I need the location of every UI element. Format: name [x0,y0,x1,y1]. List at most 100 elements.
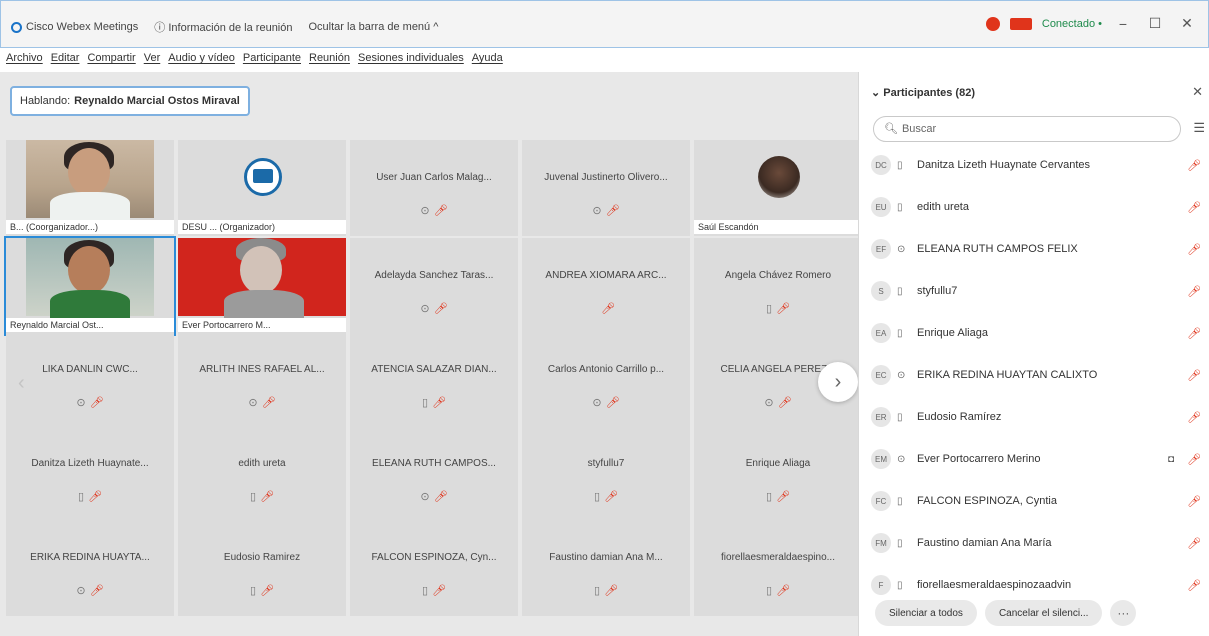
menu-ayuda[interactable]: Ayuda [472,52,503,64]
device-icon: ⊙ [592,205,602,217]
mic-muted-icon[interactable]: 🎤︎ [1183,201,1201,214]
participant-tile[interactable]: ARLITH INES RAFAEL AL... ⊙ 🎤︎ [178,332,346,428]
mic-muted-icon[interactable]: 🎤︎ [1183,495,1201,508]
device-icon: ⊙ [420,491,430,503]
device-icon: ⊙ [420,205,430,217]
search-input[interactable]: 🔍︎ Buscar [873,116,1181,142]
close-panel-icon[interactable]: ✕ [1192,84,1203,100]
participant-tile[interactable]: ERIKA REDINA HUAYTA... ⊙ 🎤︎ [6,520,174,616]
menu-reunion[interactable]: Reunión [309,52,350,64]
mic-muted-icon[interactable]: 🎤︎ [1183,369,1201,382]
participant-name: edith ureta [238,458,286,469]
participant-tile[interactable]: User Juan Carlos Malag... ⊙ 🎤︎ [350,140,518,236]
participant-avatar: FM [871,533,891,553]
info-icon: ⓘ [154,22,169,34]
participant-tile[interactable]: Carlos Antonio Carrillo p... ⊙ 🎤︎ [522,332,690,428]
participant-list-item[interactable]: FM ▯ Faustino damian Ana María 🎤︎ [871,522,1201,564]
participant-tile[interactable]: B... (Coorganizador...) [6,140,174,236]
participant-list-item[interactable]: EC ⊙ ERIKA REDINA HUAYTAN CALIXTO 🎤︎ [871,354,1201,396]
meeting-info-button[interactable]: ⓘ Información de la reunión [154,19,292,35]
status-icons: ▯ 🎤︎ [178,490,346,503]
mic-muted-icon[interactable]: 🎤︎ [1183,453,1201,466]
mute-all-button[interactable]: Silenciar a todos [875,600,977,626]
participant-tile[interactable]: Danitza Lizeth Huaynate... ▯ 🎤︎ [6,426,174,522]
menu-sesiones[interactable]: Sesiones individuales [358,52,464,64]
hide-menu-button[interactable]: Ocultar la barra de menú ^ [309,21,439,33]
participant-tile[interactable]: fiorellaesmeraldaespino... ▯ 🎤︎ [694,520,862,616]
participant-avatar: F [871,575,891,595]
participant-tile[interactable]: Ever Portocarrero M... [178,238,346,334]
mic-muted-icon[interactable]: 🎤︎ [1183,159,1201,172]
participant-tile[interactable]: ELEANA RUTH CAMPOS... ⊙ 🎤︎ [350,426,518,522]
participant-tile[interactable]: Saúl Escandón [694,140,862,236]
participant-tile[interactable]: Eudosio Ramirez ▯ 🎤︎ [178,520,346,616]
participant-name: ARLITH INES RAFAEL AL... [199,364,325,375]
participant-tile[interactable]: Adelayda Sanchez Taras... ⊙ 🎤︎ [350,238,518,334]
status-icons: ▯ 🎤︎ [350,396,518,409]
panel-title[interactable]: ⌄ Participantes (82) [871,86,975,99]
participants-panel: ⌄ Participantes (82) ✕ 🔍︎ Buscar ☰ DC ▯ Dan… [858,72,1209,636]
participant-name: Saúl Escandón [694,220,862,234]
next-page-button[interactable]: › [818,362,858,402]
status-icons: ⊙ 🎤︎ [6,396,174,409]
mic-muted-icon[interactable]: 🎤︎ [1183,411,1201,424]
participant-list-item[interactable]: EU ▯ edith ureta 🎤︎ [871,186,1201,228]
participant-list-item[interactable]: ER ▯ Eudosio Ramírez 🎤︎ [871,396,1201,438]
chevron-down-icon: ⌄ [871,87,884,99]
participant-list-item[interactable]: S ▯ styfullu7 🎤︎ [871,270,1201,312]
participant-tile[interactable]: Angela Chávez Romero ▯ 🎤︎ [694,238,862,334]
status-icons: ▯ 🎤︎ [522,584,690,597]
participant-tile[interactable]: FALCON ESPINOZA, Cyn... ▯ 🎤︎ [350,520,518,616]
mic-muted-icon[interactable]: 🎤︎ [1183,285,1201,298]
minimize-button[interactable]: − [1112,16,1134,32]
more-options-button[interactable]: ··· [1110,600,1137,626]
mic-muted-icon[interactable]: 🎤︎ [1183,243,1201,256]
participant-name: edith ureta [917,201,969,213]
participant-tile[interactable]: styfullu7 ▯ 🎤︎ [522,426,690,522]
device-icon: ▯ [897,411,903,423]
status-icons: ▯ 🎤︎ [350,584,518,597]
participant-name: fiorellaesmeraldaespinozaadvin [917,579,1072,591]
participant-tile[interactable]: Juvenal Justinerto Olivero... ⊙ 🎤︎ [522,140,690,236]
menu-audio-video[interactable]: Audio y vídeo [168,52,235,64]
device-icon: ▯ [897,495,903,507]
participant-tile[interactable]: ATENCIA SALAZAR DIAN... ▯ 🎤︎ [350,332,518,428]
menu-ver[interactable]: Ver [144,52,161,64]
status-icons: ▯ 🎤︎ [694,302,862,315]
menu-participante[interactable]: Participante [243,52,301,64]
participant-tile[interactable]: DESU ... (Organizador) [178,140,346,236]
participant-name: Faustino damian Ana María [917,537,1052,549]
participant-tile[interactable]: ANDREA XIOMARA ARC... 🎤︎ [522,238,690,334]
mic-muted-icon: 🎤︎ [605,205,620,217]
participant-list-item[interactable]: FC ▯ FALCON ESPINOZA, Cyntia 🎤︎ [871,480,1201,522]
menu-archivo[interactable]: Archivo [6,52,43,64]
participant-tile[interactable]: Faustino damian Ana M... ▯ 🎤︎ [522,520,690,616]
device-icon: ⊙ [420,303,430,315]
participant-name: styfullu7 [587,458,625,469]
menu-compartir[interactable]: Compartir [87,52,135,64]
unmute-all-button[interactable]: Cancelar el silenci... [984,600,1103,626]
connection-status[interactable]: Conectado • [1042,18,1102,30]
mic-muted-icon[interactable]: 🎤︎ [1183,579,1201,592]
participant-list-item[interactable]: DC ▯ Danitza Lizeth Huaynate Cervantes 🎤︎ [871,144,1201,186]
prev-page-icon[interactable]: ‹ [18,372,25,395]
participant-list-item[interactable]: EF ⊙ ELEANA RUTH CAMPOS FELIX 🎤︎ [871,228,1201,270]
list-options-icon[interactable]: ☰ [1193,120,1205,136]
participant-tile[interactable]: Reynaldo Marcial Ost... [4,236,176,336]
participant-tile[interactable]: Enrique Aliaga ▯ 🎤︎ [694,426,862,522]
participant-list-item[interactable]: EA ▯ Enrique Aliaga 🎤︎ [871,312,1201,354]
mic-muted-icon[interactable]: 🎤︎ [1183,537,1201,550]
participant-tile[interactable]: LIKA DANLIN CWC... ⊙ 🎤︎ [6,332,174,428]
device-icon: ▯ [421,397,429,409]
participant-list-item[interactable]: EM ⊙ Ever Portocarrero Merino ◘ 🎤︎ [871,438,1201,480]
maximize-button[interactable]: ☐ [1144,15,1166,32]
close-button[interactable]: ✕ [1176,15,1198,32]
record-icon[interactable] [985,16,1000,31]
menu-editar[interactable]: Editar [51,52,80,64]
device-icon: ▯ [897,327,903,339]
status-icons: ⊙ 🎤︎ [350,204,518,217]
device-icon: ⊙ [897,453,906,465]
status-icons: ⊙ 🎤︎ [350,302,518,315]
participant-tile[interactable]: edith ureta ▯ 🎤︎ [178,426,346,522]
mic-muted-icon[interactable]: 🎤︎ [1183,327,1201,340]
